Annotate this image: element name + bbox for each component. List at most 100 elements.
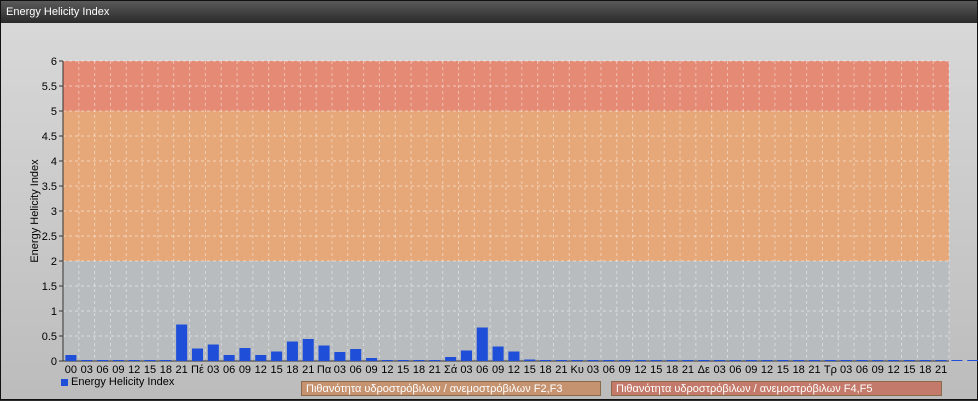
y-tick-label: 4.5 bbox=[42, 131, 57, 143]
x-tick-label: 21 bbox=[176, 364, 188, 376]
bar bbox=[571, 360, 583, 361]
x-tick-label: 03 bbox=[207, 364, 219, 376]
y-tick-label: 3 bbox=[51, 206, 57, 218]
x-tick-label: 09 bbox=[619, 364, 631, 376]
bar bbox=[967, 360, 978, 361]
bar bbox=[492, 346, 504, 361]
bar bbox=[682, 360, 694, 361]
legend[interactable]: Energy Helicity Index bbox=[61, 376, 174, 388]
x-tick-label: 15 bbox=[144, 364, 156, 376]
x-tick-label: 18 bbox=[160, 364, 172, 376]
x-tick-label: 15 bbox=[397, 364, 409, 376]
bar bbox=[729, 360, 741, 361]
x-tick-label: 09 bbox=[239, 364, 251, 376]
bar bbox=[460, 350, 472, 361]
x-tick-label: 06 bbox=[350, 364, 362, 376]
y-tick-label: 3.5 bbox=[42, 181, 57, 193]
bar bbox=[951, 360, 963, 361]
x-tick-label: 03 bbox=[81, 364, 93, 376]
y-tick-label: 2.5 bbox=[42, 231, 57, 243]
x-tick-label: Πέ bbox=[191, 364, 204, 376]
bar bbox=[176, 324, 188, 361]
bar bbox=[666, 360, 678, 361]
bar bbox=[872, 360, 884, 361]
bar bbox=[524, 359, 536, 361]
bar bbox=[603, 360, 615, 361]
bar bbox=[144, 360, 156, 361]
x-tick-label: 06 bbox=[223, 364, 235, 376]
x-tick-label: 21 bbox=[808, 364, 820, 376]
chart-svg: 0 0.5 1 1.5 2 2.5 3 3.5 4 4.5 5 5.5 6 Energy Helicity… bbox=[29, 56, 978, 376]
x-tick-label: 21 bbox=[555, 364, 567, 376]
bar bbox=[793, 360, 805, 361]
bar bbox=[397, 360, 409, 361]
bar bbox=[81, 360, 93, 361]
x-tick-label: 18 bbox=[919, 364, 931, 376]
x-tick-label: 21 bbox=[682, 364, 694, 376]
x-tick-label: Κυ bbox=[571, 364, 584, 376]
x-tick-label: 03 bbox=[587, 364, 599, 376]
y-axis-label: Energy Helicity Index bbox=[29, 159, 41, 263]
x-tick-label: 21 bbox=[302, 364, 314, 376]
bar bbox=[413, 360, 425, 361]
bar bbox=[97, 360, 109, 361]
y-tick-label: 5 bbox=[51, 106, 57, 118]
bar bbox=[935, 360, 947, 361]
bar bbox=[318, 345, 330, 361]
bar bbox=[112, 360, 124, 361]
x-tick-label: 06 bbox=[856, 364, 868, 376]
bar bbox=[540, 360, 552, 361]
bar bbox=[255, 355, 267, 361]
x-tick-label: 06 bbox=[729, 364, 741, 376]
bar bbox=[856, 360, 868, 361]
y-tick-label: 0 bbox=[51, 356, 57, 368]
x-tick-label: 00 bbox=[65, 364, 77, 376]
bar bbox=[302, 339, 314, 361]
bar bbox=[745, 360, 757, 361]
x-tick-label: 09 bbox=[365, 364, 377, 376]
bar bbox=[128, 360, 140, 361]
bar bbox=[350, 349, 362, 361]
bar bbox=[445, 357, 457, 361]
bar bbox=[429, 360, 441, 361]
bar bbox=[223, 355, 235, 361]
chart-window: Energy Helicity Index 0 0.5 1 1.5 2 2.5 3 3.5 4 4… bbox=[0, 0, 978, 400]
x-tick-label: 12 bbox=[128, 364, 140, 376]
x-tick-label: 15 bbox=[524, 364, 536, 376]
x-tick-label: Πα bbox=[317, 364, 332, 376]
band-label-f2f3: Πιθανότητα υδροστρόβιλων / ανεμοστρόβιλω… bbox=[301, 381, 601, 396]
bar bbox=[65, 355, 77, 361]
x-tick-label: 09 bbox=[872, 364, 884, 376]
bar bbox=[271, 351, 283, 361]
bar bbox=[239, 348, 251, 361]
legend-label: Energy Helicity Index bbox=[71, 376, 175, 388]
band-label-f4f5: Πιθανότητα υδροστρόβιλων / ανεμοστρόβιλω… bbox=[611, 381, 942, 396]
x-tick-label: 12 bbox=[888, 364, 900, 376]
x-tick-label: 21 bbox=[429, 364, 441, 376]
bar bbox=[365, 358, 378, 361]
bar bbox=[286, 341, 298, 361]
x-tick-label: 12 bbox=[381, 364, 393, 376]
y-tick-label: 6 bbox=[51, 56, 57, 68]
bar bbox=[634, 360, 647, 361]
x-tick-label: 12 bbox=[255, 364, 267, 376]
x-tick-label: Δε bbox=[698, 364, 710, 376]
x-tick-label: 06 bbox=[476, 364, 488, 376]
bar bbox=[714, 360, 726, 361]
bar bbox=[334, 352, 346, 361]
x-tick-label: 03 bbox=[460, 364, 472, 376]
x-tick-label: 21 bbox=[935, 364, 947, 376]
bar bbox=[761, 360, 773, 361]
x-tick-label: 03 bbox=[840, 364, 852, 376]
x-tick-label: 06 bbox=[603, 364, 615, 376]
x-tick-label: 09 bbox=[745, 364, 757, 376]
y-tick-label: 1 bbox=[51, 306, 57, 318]
x-tick-label: 12 bbox=[761, 364, 773, 376]
x-tick-label: 18 bbox=[413, 364, 425, 376]
x-tick-label: 09 bbox=[492, 364, 504, 376]
x-tick-label: 18 bbox=[666, 364, 678, 376]
x-tick-label: 18 bbox=[539, 364, 551, 376]
x-tick-label: 12 bbox=[634, 364, 646, 376]
bar bbox=[619, 360, 631, 361]
bar bbox=[698, 360, 710, 361]
